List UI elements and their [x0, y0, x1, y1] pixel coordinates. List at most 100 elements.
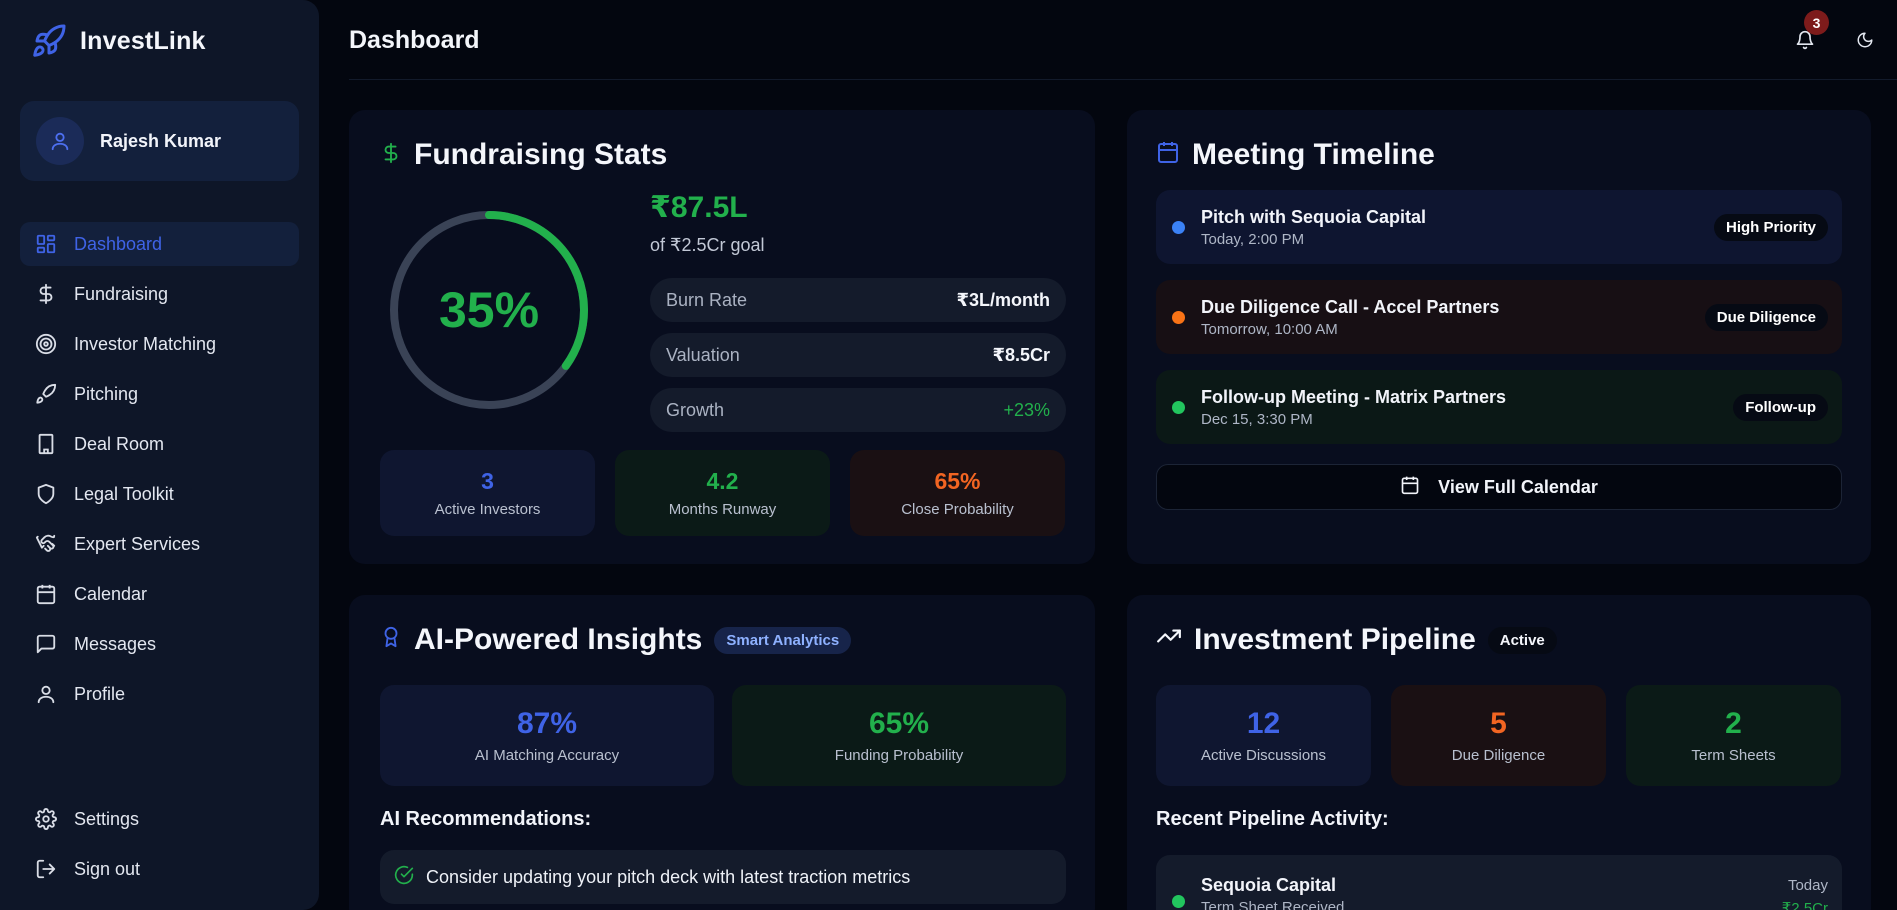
meeting-title-text: Follow-up Meeting - Matrix Partners	[1201, 387, 1507, 407]
stat-value: +23%	[1003, 399, 1050, 420]
investment-pipeline-card: Investment Pipeline Active 12 Active Dis…	[1127, 595, 1871, 910]
ai-insights-card: AI-Powered Insights Smart Analytics 87% …	[349, 595, 1095, 910]
recommendation-item[interactable]: Consider updating your pitch deck with l…	[380, 850, 1066, 904]
card-title-text: Meeting Timeline	[1192, 138, 1435, 171]
meeting-time: Tomorrow, 10:00 AM	[1201, 321, 1338, 338]
tile-value: 2	[1725, 707, 1742, 740]
rocket-logo-icon	[30, 22, 68, 60]
shield-icon	[34, 482, 58, 506]
tile-value: 87%	[516, 707, 578, 740]
card-title-text: Fundraising Stats	[414, 138, 668, 171]
tile-label: Months Runway	[668, 501, 777, 518]
sidebar-item-pitching[interactable]: Pitching	[20, 372, 299, 416]
tile-label: AI Matching Accuracy	[474, 747, 620, 764]
tile-due-diligence: 5 Due Diligence	[1391, 685, 1606, 786]
tile-value: 4.2	[706, 468, 739, 494]
sidebar-item-fundraising[interactable]: Fundraising	[20, 272, 299, 316]
award-icon	[380, 623, 402, 657]
active-badge: Active	[1487, 626, 1557, 654]
recommendation-text: Consider updating your pitch deck with l…	[426, 866, 911, 887]
tile-ai-matching-accuracy: 87% AI Matching Accuracy	[380, 685, 714, 786]
status-dot	[1172, 221, 1185, 234]
fundraising-card: Fundraising Stats 35% ₹87.5L of ₹2.5Cr g…	[349, 110, 1095, 564]
tile-value: 3	[481, 468, 494, 494]
handshake-icon	[34, 532, 58, 556]
card-title-text: AI-Powered Insights	[414, 623, 703, 656]
sidebar-item-investor-matching[interactable]: Investor Matching	[20, 322, 299, 366]
sidebar-item-messages[interactable]: Messages	[20, 622, 299, 666]
tile-label: Funding Probability	[834, 747, 964, 764]
sidebar-item-label: Pitching	[74, 383, 139, 404]
building-icon	[34, 432, 58, 456]
ai-insights-title: AI-Powered Insights Smart Analytics	[380, 623, 852, 657]
dollar-icon	[34, 282, 58, 306]
app-name: InvestLink	[80, 26, 206, 55]
user-card[interactable]: Rajesh Kumar	[20, 101, 299, 181]
activity-status: Term Sheet Received	[1201, 899, 1345, 910]
avatar	[36, 117, 84, 165]
meeting-item[interactable]: Due Diligence Call - Accel Partners Tomo…	[1156, 280, 1842, 354]
user-icon	[34, 682, 58, 706]
sidebar-item-profile[interactable]: Profile	[20, 672, 299, 716]
meeting-title-text: Pitch with Sequoia Capital	[1201, 207, 1427, 227]
sidebar-item-label: Expert Services	[74, 533, 201, 554]
message-icon	[34, 632, 58, 656]
moon-icon[interactable]	[1849, 24, 1881, 56]
meeting-item[interactable]: Follow-up Meeting - Matrix Partners Dec …	[1156, 370, 1842, 444]
sidebar-item-label: Legal Toolkit	[74, 483, 174, 504]
notification-badge: 3	[1804, 10, 1829, 35]
meeting-item[interactable]: Pitch with Sequoia Capital Today, 2:00 P…	[1156, 190, 1842, 264]
sidebar-item-deal-room[interactable]: Deal Room	[20, 422, 299, 466]
tile-value: 65%	[934, 468, 981, 494]
sidebar: InvestLink Rajesh Kumar Dashboard Fundra…	[0, 0, 319, 910]
meeting-time: Dec 15, 3:30 PM	[1201, 411, 1313, 428]
sidebar-item-dashboard[interactable]: Dashboard	[20, 222, 299, 266]
pipeline-activity-heading: Recent Pipeline Activity:	[1156, 808, 1389, 830]
top-header: Dashboard 3	[349, 0, 1897, 80]
sidebar-item-label: Messages	[74, 633, 157, 654]
sidebar-item-label: Calendar	[74, 583, 148, 604]
tile-term-sheets: 2 Term Sheets	[1626, 685, 1841, 786]
pipeline-title: Investment Pipeline Active	[1156, 623, 1557, 657]
tile-active-discussions: 12 Active Discussions	[1156, 685, 1371, 786]
tile-label: Term Sheets	[1691, 747, 1776, 764]
sidebar-item-sign-out[interactable]: Sign out	[20, 847, 299, 891]
sidebar-item-label: Deal Room	[74, 433, 165, 454]
tile-label: Active Investors	[434, 501, 541, 518]
brand[interactable]: InvestLink	[30, 22, 206, 60]
trending-up-icon	[1156, 623, 1182, 657]
meeting-title: Meeting Timeline	[1156, 138, 1435, 172]
tile-funding-probability: 65% Funding Probability	[732, 685, 1066, 786]
status-dot	[1172, 895, 1185, 908]
rocket-icon	[34, 382, 58, 406]
stat-label: Valuation	[666, 344, 740, 365]
stat-growth: Growth +23%	[650, 388, 1066, 432]
sidebar-item-label: Settings	[74, 808, 140, 829]
stat-burn-rate: Burn Rate ₹3L/month	[650, 278, 1066, 322]
sidebar-item-label: Investor Matching	[74, 333, 217, 354]
app-root: InvestLink Rajesh Kumar Dashboard Fundra…	[0, 0, 1897, 910]
pipeline-activity-item[interactable]: Sequoia Capital Term Sheet Received Toda…	[1156, 855, 1842, 910]
button-label: View Full Calendar	[1438, 476, 1598, 497]
meeting-tag: Due Diligence	[1704, 304, 1828, 331]
view-calendar-button[interactable]: View Full Calendar	[1156, 464, 1842, 510]
meeting-time: Today, 2:00 PM	[1201, 231, 1305, 248]
gear-icon	[34, 807, 58, 831]
progress-percent: 35%	[438, 282, 540, 338]
tile-months-runway: 4.2 Months Runway	[615, 450, 830, 536]
sidebar-item-settings[interactable]: Settings	[20, 797, 299, 841]
calendar-icon	[34, 582, 58, 606]
grid-icon	[34, 232, 58, 256]
sidebar-item-legal-toolkit[interactable]: Legal Toolkit	[20, 472, 299, 516]
sidebar-nav: Dashboard Fundraising Investor Matching …	[20, 222, 299, 722]
tile-value: 12	[1246, 707, 1281, 740]
goal-text: of ₹2.5Cr goal	[650, 235, 765, 255]
meeting-title-text: Due Diligence Call - Accel Partners	[1201, 297, 1500, 317]
stat-value: ₹3L/month	[956, 289, 1050, 310]
stat-label: Burn Rate	[666, 289, 748, 310]
calendar-icon	[1156, 138, 1180, 172]
target-icon	[34, 332, 58, 356]
sidebar-item-expert-services[interactable]: Expert Services	[20, 522, 299, 566]
sidebar-item-calendar[interactable]: Calendar	[20, 572, 299, 616]
tile-close-probability: 65% Close Probability	[850, 450, 1065, 536]
